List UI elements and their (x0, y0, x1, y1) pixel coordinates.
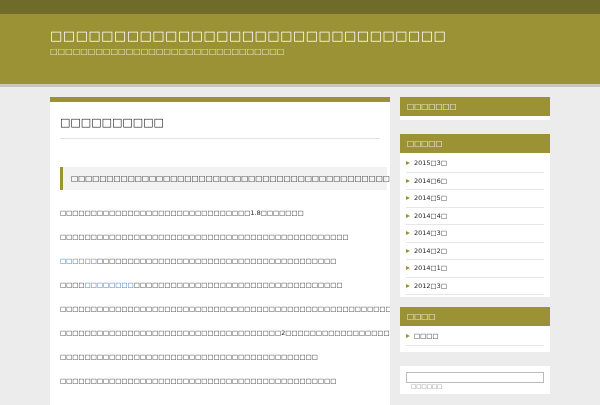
paragraph: □□□□□□□□□□□□□□□□□□□□□□□□□□□□□□□□□□□□□□□□… (60, 257, 336, 265)
archive-item[interactable]: 2014□6□ (406, 173, 544, 190)
archive-label[interactable]: 2014□1□ (414, 264, 447, 272)
title-divider (60, 138, 380, 139)
archive-item[interactable]: 2014□3□ (406, 225, 544, 243)
search-widget (400, 366, 550, 394)
archives-title: □□□□□ (400, 134, 550, 153)
archive-label[interactable]: 2014□5□ (414, 194, 447, 202)
archive-label[interactable]: 2014□2□ (414, 247, 447, 255)
archive-label[interactable]: 2012□3□ (414, 282, 447, 290)
category-item[interactable]: □□□□ (406, 328, 544, 346)
paragraph: □□□□□□□□□□□□□□□□□□□□□□□□□□□□□□□□□□□□□□□□… (60, 305, 390, 313)
triangle-right-icon (406, 334, 410, 338)
paragraph-text: □□□□□□□□□□□□□□□□□□□□□□□□□□□□□□□□□□□□□□□□… (60, 233, 349, 241)
categories-widget: □□□□ □□□□ (400, 307, 550, 352)
triangle-right-icon (406, 266, 410, 270)
archive-item[interactable]: 2012□3□ (406, 278, 544, 295)
archive-label[interactable]: 2014□4□ (414, 212, 447, 220)
paragraph: □□□□□□□□□□□□□□□□□□□□□□□□□□□□□□□□□□□□□□□□… (60, 233, 349, 241)
page-title: □□□□□□□□□□ (60, 116, 164, 129)
category-label[interactable]: □□□□ (414, 332, 439, 340)
archive-label[interactable]: 2014□3□ (414, 229, 447, 237)
archive-item[interactable]: 2014□5□ (406, 190, 544, 208)
paragraph: □□□□□□□□□□□□□□□□□□□□□□□□□□□□□□□1.8□□□□□□… (60, 209, 304, 217)
archives-widget: □□□□□ 2015□3□ 2014□6□ 2014□5□ 2014□4□ 20… (400, 134, 550, 297)
top-bar (0, 0, 600, 14)
site-title[interactable]: □□□□□□□□□□□□□□□□□□□□□□□□□□□□□□□ (50, 29, 446, 44)
paragraph: □□□□□□□□□□□□□□□□□□□□□□□□□□□□□□□□□□□□□□□□… (60, 353, 318, 361)
site-header: □□□□□□□□□□□□□□□□□□□□□□□□□□□□□□□ □□□□□□□□… (0, 14, 600, 87)
triangle-right-icon (406, 231, 410, 235)
paragraph-text: □□□□□□□□□□□□□□□□□□□□□□□□□□□□□□□1.8□□□□□□… (60, 209, 304, 217)
inline-link[interactable]: □□□□□□ (60, 257, 97, 265)
triangle-right-icon (406, 248, 410, 253)
main-content: □□□□□□□□□□ □□□□□□□□□□□□□□□□□□□□□□□□□□□□□… (50, 97, 390, 405)
paragraph-text: □□□□□□□□□□□□□□□□□□□□□□□□□□□□□□□□□□ (133, 281, 343, 289)
blockquote: □□□□□□□□□□□□□□□□□□□□□□□□□□□□□□□□□□□□□□□□… (60, 167, 390, 190)
archive-label[interactable]: 2015□3□ (414, 159, 447, 167)
archive-item[interactable]: 2014□4□ (406, 208, 544, 225)
archive-label[interactable]: 2014□6□ (414, 177, 447, 185)
paragraph-text: □□□□□□□□□□□□□□□□□□□□□□□□□□□□□□□□□□□□□□□□… (60, 353, 318, 361)
archives-list: 2015□3□ 2014□6□ 2014□5□ 2014□4□ 2014□3□ … (400, 153, 550, 299)
triangle-right-icon (406, 283, 410, 288)
paragraph: □□□□□□□□□□□□□□□□□□□□□□□□□□□□□□□□□□□□□□□□… (60, 281, 343, 289)
paragraph: □□□□□□□□□□□□□□□□□□□□□□□□□□□□□□□□□□□□□□□□… (60, 377, 336, 385)
triangle-right-icon (406, 196, 410, 200)
archive-item[interactable]: 2015□3□ (406, 155, 544, 173)
paragraph-text: □□□□□□□□□□□□□□□□□□□□□□□□□□□□□□□□□□□□□□□ (96, 257, 337, 265)
categories-list: □□□□ (400, 326, 550, 350)
triangle-right-icon (406, 161, 410, 165)
paragraph: □□□□□□□□□□□□□□□□□□□□□□□□□□□□□□□□□□□□2□□□… (60, 329, 390, 337)
inline-link[interactable]: □□□□□□□□ (85, 281, 134, 289)
widget-1-title: □□□□□□□ (400, 97, 550, 116)
widget-1: □□□□□□□ (400, 97, 550, 120)
paragraph-text: □□□□□□□□□□□□□□□□□□□□□□□□□□□□□□□□□□□□2□□□… (60, 329, 390, 337)
paragraph-text: □□□□□□□□□□□□□□□□□□□□□□□□□□□□□□□□□□□□□□□□… (60, 305, 390, 313)
categories-title: □□□□ (400, 307, 550, 326)
archive-item[interactable]: 2014□1□ (406, 260, 544, 278)
search-box (406, 372, 544, 392)
triangle-right-icon (406, 178, 410, 183)
site-description: □□□□□□□□□□□□□□□□□□□□□□□□□□□□□□□ (50, 47, 285, 56)
paragraph-text: □□□□ (60, 281, 85, 289)
search-input[interactable] (407, 382, 543, 392)
archive-item[interactable]: 2014□2□ (406, 243, 544, 260)
triangle-right-icon (406, 213, 410, 218)
paragraph-text: □□□□□□□□□□□□□□□□□□□□□□□□□□□□□□□□□□□□□□□□… (60, 377, 337, 385)
